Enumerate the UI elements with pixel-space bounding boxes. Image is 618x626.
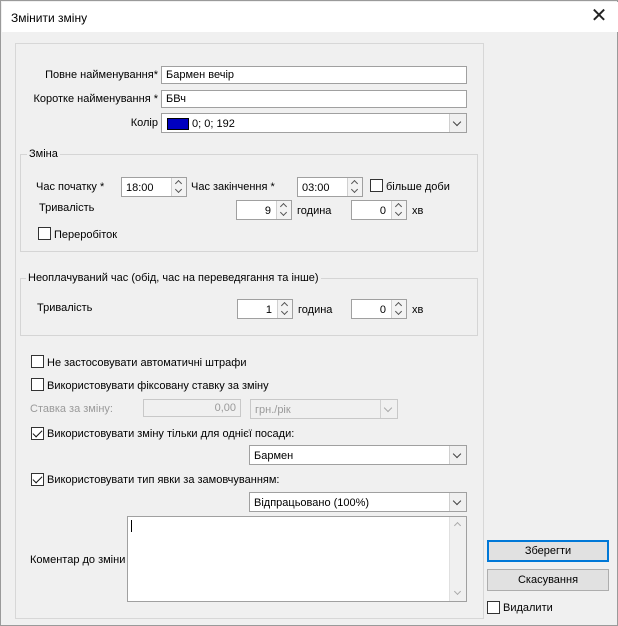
overtime-checkbox[interactable] xyxy=(38,227,51,240)
single-position-checkbox[interactable] xyxy=(31,427,44,440)
shift-minutes-spin xyxy=(391,201,406,219)
start-time-value: 18:00 xyxy=(126,182,154,194)
end-time-label: Час закінчення * xyxy=(191,181,275,193)
short-name-label: Коротке найменування * xyxy=(33,93,158,105)
unpaid-hours-spin xyxy=(277,300,292,318)
save-button[interactable]: Зберегти xyxy=(487,540,609,562)
spin-down-icon[interactable] xyxy=(172,187,186,196)
attendance-value: Відпрацьовано (100%) xyxy=(254,497,370,509)
shift-duration-label: Тривалість xyxy=(39,202,95,214)
rate-unit-value: грн./рік xyxy=(255,404,291,416)
unpaid-hours-value: 1 xyxy=(265,304,272,316)
rate-field[interactable]: 0,00 xyxy=(143,399,241,417)
single-position-label: Використовувати зміну тільки для однієї … xyxy=(47,428,295,440)
full-name-field[interactable]: Бармен вечір xyxy=(161,66,467,84)
chevron-down-icon[interactable] xyxy=(380,400,397,418)
spin-down-icon[interactable] xyxy=(392,210,406,219)
fixed-rate-checkbox[interactable] xyxy=(31,378,44,391)
edit-shift-dialog: Змінити зміну ✕ Повне найменування* Барм… xyxy=(0,0,618,626)
unpaid-minutes-stepper[interactable]: 0 xyxy=(351,299,407,319)
default-attendance-label: Використовувати тип явки за замовчування… xyxy=(47,474,280,486)
spin-down-icon[interactable] xyxy=(348,187,362,196)
rate-label: Ставка за зміну: xyxy=(30,403,113,415)
shift-hours-stepper[interactable]: 9 xyxy=(236,200,292,220)
rate-unit-select[interactable]: грн./рік xyxy=(250,399,398,419)
unpaid-hours-stepper[interactable]: 1 xyxy=(237,299,293,319)
unpaid-minutes-spin xyxy=(391,300,406,318)
color-select[interactable]: 0; 0; 192 xyxy=(161,113,467,133)
shift-group-caption: Зміна xyxy=(27,147,60,161)
end-time-value: 03:00 xyxy=(302,182,330,194)
color-value: 0; 0; 192 xyxy=(192,118,235,130)
chevron-down-icon[interactable] xyxy=(449,493,466,511)
shift-minutes-stepper[interactable]: 0 xyxy=(351,200,407,220)
start-time-spin xyxy=(171,178,186,196)
title-bar: Змінити зміну ✕ xyxy=(2,2,618,32)
shift-hours-value: 9 xyxy=(264,205,271,217)
text-caret xyxy=(131,520,132,532)
more-than-day-checkbox[interactable] xyxy=(370,179,383,192)
shift-minutes-unit: хв xyxy=(412,205,424,217)
chevron-down-icon[interactable] xyxy=(449,114,466,132)
spin-down-icon[interactable] xyxy=(392,309,406,318)
scroll-up-icon[interactable] xyxy=(450,517,466,531)
unpaid-duration-label: Тривалість xyxy=(37,302,93,314)
delete-label: Видалити xyxy=(503,602,553,614)
window-title: Змінити зміну xyxy=(11,11,88,25)
full-name-label: Повне найменування* xyxy=(45,69,158,81)
shift-minutes-value: 0 xyxy=(379,205,386,217)
shift-group: Зміна Час початку * 18:00 Час закінчення… xyxy=(20,147,478,252)
delete-checkbox[interactable] xyxy=(487,601,500,614)
fixed-rate-label: Використовувати фіксовану ставку за змін… xyxy=(47,380,269,392)
unpaid-group-caption: Неоплачуваний час (обід, час на переведя… xyxy=(26,271,321,285)
start-time-label: Час початку * xyxy=(36,181,105,193)
cancel-button[interactable]: Скасування xyxy=(487,569,609,591)
close-icon[interactable]: ✕ xyxy=(588,6,610,28)
more-than-day-label: більше доби xyxy=(386,181,450,193)
end-time-stepper[interactable]: 03:00 xyxy=(297,177,363,197)
spin-down-icon[interactable] xyxy=(277,210,291,219)
end-time-spin xyxy=(347,178,362,196)
comment-textarea[interactable] xyxy=(127,516,467,602)
color-swatch xyxy=(167,118,189,130)
unpaid-hours-unit: година xyxy=(298,304,333,316)
position-value: Бармен xyxy=(254,450,294,462)
spin-down-icon[interactable] xyxy=(278,309,292,318)
no-auto-fines-label: Не застосовувати автоматичні штрафи xyxy=(47,357,247,369)
unpaid-minutes-unit: хв xyxy=(412,304,424,316)
no-auto-fines-checkbox[interactable] xyxy=(31,355,44,368)
unpaid-minutes-value: 0 xyxy=(379,304,386,316)
shift-hours-unit: година xyxy=(297,205,332,217)
color-label: Колір xyxy=(130,117,158,129)
comment-label: Коментар до зміни xyxy=(30,554,126,566)
attendance-select[interactable]: Відпрацьовано (100%) xyxy=(249,492,467,512)
scroll-down-icon[interactable] xyxy=(450,587,466,601)
form-panel: Повне найменування* Бармен вечір Коротке… xyxy=(15,43,484,619)
position-select[interactable]: Бармен xyxy=(249,445,467,465)
comment-scrollbar[interactable] xyxy=(449,517,466,601)
overtime-label: Переробіток xyxy=(54,229,118,241)
shift-hours-spin xyxy=(276,201,291,219)
unpaid-time-group: Неоплачуваний час (обід, час на переведя… xyxy=(20,271,478,336)
short-name-field[interactable]: БВч xyxy=(161,90,467,108)
start-time-stepper[interactable]: 18:00 xyxy=(121,177,187,197)
chevron-down-icon[interactable] xyxy=(449,446,466,464)
default-attendance-checkbox[interactable] xyxy=(31,473,44,486)
